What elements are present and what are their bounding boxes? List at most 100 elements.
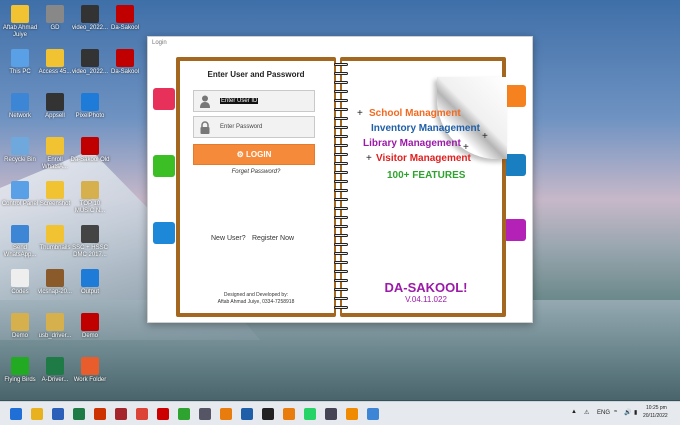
spiral-ring <box>334 63 348 66</box>
user-id-value: Enter User ID <box>220 98 259 104</box>
desktop-icon[interactable]: Da-Sakool <box>105 5 145 32</box>
wifi-icon[interactable]: ≈ <box>614 409 617 415</box>
file-icon <box>116 5 134 23</box>
desktop-icon-label: Control Panel <box>1 201 39 207</box>
credit-line-1: Designed and Developed by: <box>223 292 289 298</box>
file-icon <box>81 357 99 375</box>
spiral-ring <box>334 216 348 219</box>
adobe-icon[interactable] <box>157 408 169 420</box>
file-icon <box>11 181 29 199</box>
login-heading: Enter User and Password <box>207 70 305 79</box>
file-icon <box>81 269 99 287</box>
desktop-icon[interactable]: Recycle Bin <box>0 137 40 164</box>
desktop-icon[interactable]: video_2022... <box>70 5 110 32</box>
desktop-icon[interactable]: Enroll WhatsA... <box>35 137 75 171</box>
whatsapp-icon[interactable] <box>304 408 316 420</box>
file-explorer-icon[interactable] <box>31 408 43 420</box>
desktop-icon[interactable]: Aftab Ahmad Juiye <box>0 5 40 39</box>
spiral-ring <box>334 252 348 255</box>
desktop-icon-label: Screenshot <box>39 201 71 207</box>
illustrator-icon[interactable] <box>94 408 106 420</box>
desktop-icon[interactable]: Screenshot <box>35 181 75 208</box>
desktop-icon[interactable]: GD <box>35 5 75 32</box>
desktop-icon[interactable]: video_2022... <box>70 49 110 76</box>
spiral-ring <box>334 144 348 147</box>
desktop-icon-label: Output <box>80 289 99 295</box>
language-indicator[interactable]: ENG <box>597 410 610 416</box>
plus-icon: + <box>366 153 372 164</box>
desktop-icon[interactable]: This PC <box>0 49 40 76</box>
desktop-icon[interactable]: Da-Sakool Old <box>70 137 110 164</box>
window-title: Login <box>152 40 167 46</box>
desktop-icon[interactable]: Work Folder <box>70 357 110 384</box>
password-field[interactable]: Enter Password <box>193 116 315 138</box>
blender2-icon[interactable] <box>283 408 295 420</box>
desktop-icon[interactable]: Appsell <box>35 93 75 120</box>
desktop-icon[interactable]: Flying Birds <box>0 357 40 384</box>
desktop-icon[interactable]: SSC + HSSC DMC 2017... <box>70 225 110 259</box>
dasakool-icon[interactable] <box>367 408 379 420</box>
desktop-icon[interactable]: Codes <box>0 269 40 296</box>
file-icon <box>46 137 64 155</box>
desktop-icon-label: Work Folder <box>73 377 107 383</box>
desktop-icon[interactable]: Network <box>0 93 40 120</box>
tab-green <box>153 155 175 177</box>
spiral-ring <box>334 189 348 192</box>
app-icon[interactable] <box>199 408 211 420</box>
login-button[interactable]: ⚙ LOGIN <box>193 144 315 165</box>
access-icon[interactable] <box>115 408 127 420</box>
desktop-icon[interactable]: Send WhatsApp... <box>0 225 40 259</box>
desktop-icon-label: This PC <box>9 69 31 75</box>
file-icon <box>11 225 29 243</box>
clock-time[interactable]: 10:25 pm <box>646 405 667 411</box>
desktop-icon[interactable]: PixelPhoto <box>70 93 110 120</box>
login-window: Login Enter User and Password Enter User… <box>147 36 533 323</box>
spiral-ring <box>334 279 348 282</box>
word-icon[interactable] <box>52 408 64 420</box>
blender-icon[interactable] <box>220 408 232 420</box>
register-now-link[interactable]: Register Now <box>252 235 294 242</box>
desktop-icon[interactable]: Output <box>70 269 110 296</box>
desktop-icon[interactable]: TOP 10 MUSIC N... <box>70 181 110 215</box>
desktop-icon[interactable]: A-Driver... <box>35 357 75 384</box>
notebook: Enter User and Password Enter User ID En… <box>176 57 507 319</box>
tab-teal <box>504 154 526 176</box>
network-icon[interactable] <box>325 408 337 420</box>
photoshop-icon[interactable] <box>241 408 253 420</box>
desktop-icon-label: SSC + HSSC DMC 2017... <box>72 245 108 258</box>
brand-version: V.04.11.022 <box>405 295 447 304</box>
file-icon <box>81 137 99 155</box>
file-icon <box>81 313 99 331</box>
volume-icon[interactable]: 🔊 <box>624 409 631 416</box>
vlc-icon[interactable] <box>346 408 358 420</box>
cinema-icon[interactable] <box>262 408 274 420</box>
feature-library: Library Management <box>363 138 461 149</box>
plus-icon: + <box>463 142 469 153</box>
spiral-ring <box>334 198 348 201</box>
desktop-icon[interactable]: Demo <box>70 313 110 340</box>
warning-icon[interactable]: ⚠ <box>584 409 589 416</box>
desktop-icon[interactable]: Thumbnails <box>35 225 75 252</box>
clock-date[interactable]: 20/11/2022 <box>643 413 668 419</box>
windows-icon[interactable] <box>10 408 22 420</box>
user-icon <box>200 95 210 108</box>
chevron-up-icon[interactable]: ▲ <box>571 409 577 415</box>
desktop-icon[interactable]: usb_driver... <box>35 313 75 340</box>
battery-icon[interactable]: ▮ <box>634 409 637 416</box>
forgot-password-link[interactable]: Forget Password? <box>176 169 336 175</box>
plus-icon: + <box>482 131 488 142</box>
excel-icon[interactable] <box>73 408 85 420</box>
desktop-icon[interactable]: vlcsnap-20... <box>35 269 75 296</box>
chrome-icon[interactable] <box>136 408 148 420</box>
android-icon[interactable] <box>178 408 190 420</box>
desktop-icon[interactable]: Da-Sakool <box>105 49 145 76</box>
user-id-field[interactable]: Enter User ID <box>193 90 315 112</box>
spiral-ring <box>334 81 348 84</box>
desktop-icon-label: Network <box>8 113 31 119</box>
file-icon <box>116 49 134 67</box>
desktop-icon[interactable]: Control Panel <box>0 181 40 208</box>
desktop-icon[interactable]: Demo <box>0 313 40 340</box>
desktop-icon[interactable]: Access 45... <box>35 49 75 76</box>
spiral-ring <box>334 90 348 93</box>
spiral-ring <box>334 297 348 300</box>
